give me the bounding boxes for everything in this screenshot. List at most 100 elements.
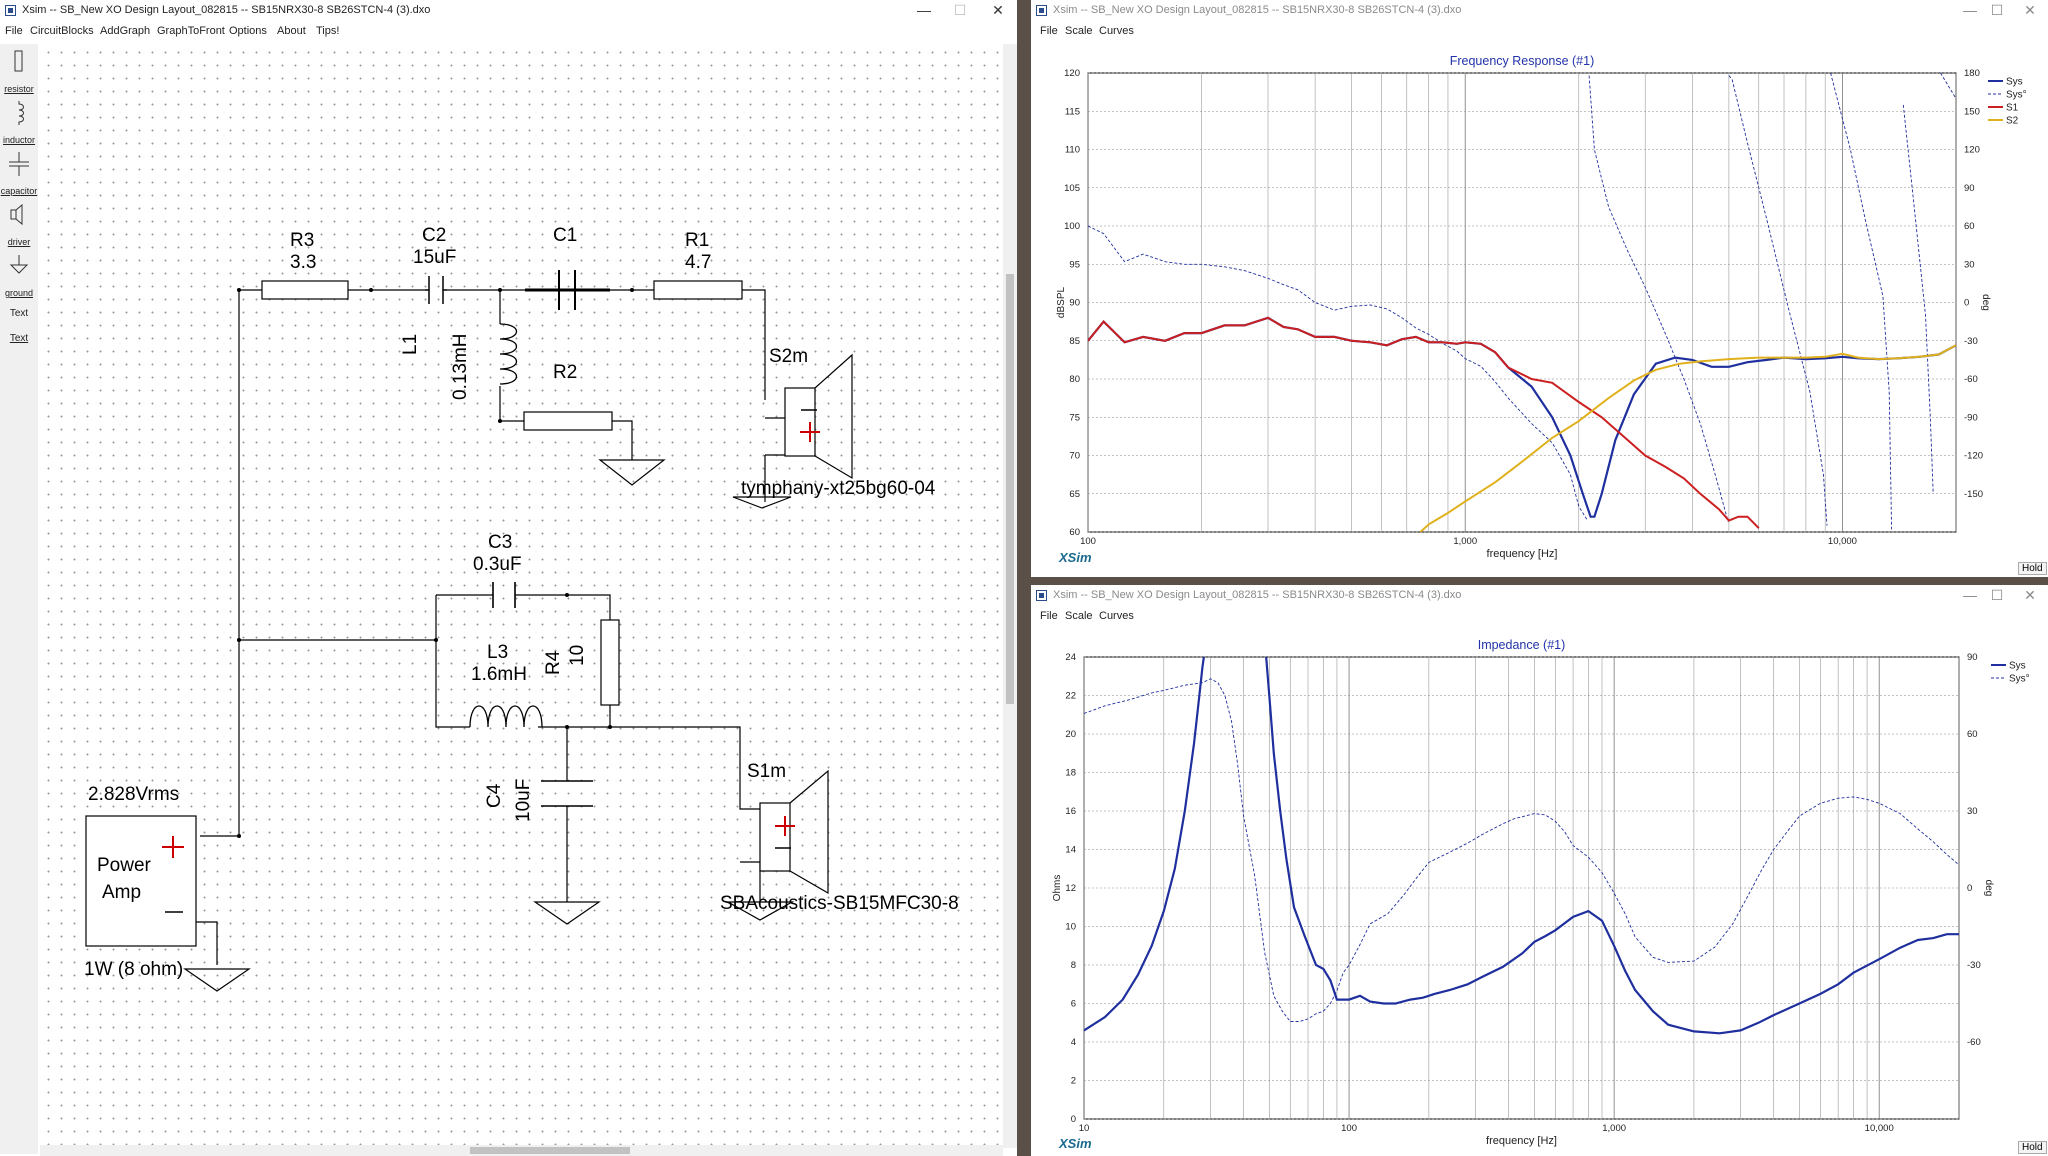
menu-curves[interactable]: Curves bbox=[1099, 25, 1134, 37]
junction-dot bbox=[369, 288, 373, 292]
ground-symbol[interactable] bbox=[533, 901, 601, 925]
capacitor-c3[interactable] bbox=[492, 582, 516, 608]
l1-label: L1 bbox=[400, 334, 422, 355]
r4-value: 10 bbox=[567, 644, 588, 666]
y2-axis-label: deg bbox=[1980, 294, 1991, 311]
junction-dot bbox=[498, 288, 502, 292]
frequency-response-chart[interactable]: Frequency Response (#1) 60 65 70 75 80 85 90 95 1… bbox=[1031, 44, 2048, 577]
y-tick-label: 80 bbox=[1069, 374, 1080, 385]
y2-tick-label: 60 bbox=[1967, 729, 1978, 740]
capacitor-c4[interactable] bbox=[541, 780, 593, 807]
y2-tick-label: 0 bbox=[1964, 298, 1969, 309]
y-tick-label: 18 bbox=[1065, 768, 1076, 779]
y2-tick-label: 30 bbox=[1964, 259, 1975, 270]
junction-dot bbox=[237, 288, 241, 292]
ground-symbol[interactable] bbox=[598, 459, 666, 486]
schematic-window: Xsim -- SB_New XO Design Layout_082815 -… bbox=[0, 0, 1017, 1156]
fr-titlebar[interactable]: Xsim -- SB_New XO Design Layout_082815 -… bbox=[1031, 0, 2048, 22]
capacitor-c2[interactable] bbox=[425, 276, 447, 304]
imp-menubar: File Scale Curves bbox=[1031, 607, 2048, 626]
junction-dot bbox=[565, 725, 569, 729]
x-tick-label: 10 bbox=[1079, 1123, 1090, 1134]
close-button[interactable]: ✕ bbox=[2011, 0, 2048, 22]
legend-label: S2 bbox=[2006, 116, 2019, 127]
amp-label-power: Power bbox=[97, 855, 151, 876]
capacitor-c1[interactable] bbox=[525, 270, 610, 310]
y-tick-label: 14 bbox=[1065, 845, 1076, 856]
y2-tick-label: 180 bbox=[1964, 68, 1980, 79]
impedance-window: Xsim -- SB_New XO Design Layout_082815 -… bbox=[1031, 585, 2048, 1156]
y-tick-label: 10 bbox=[1065, 922, 1076, 933]
impedance-chart[interactable]: Impedance (#1)024681012141618202224-60-3… bbox=[1031, 629, 2048, 1156]
chart-title: Frequency Response (#1) bbox=[1450, 54, 1595, 68]
junction-dot bbox=[498, 419, 502, 423]
y-tick-label: 100 bbox=[1064, 221, 1080, 232]
y-tick-label: 90 bbox=[1069, 298, 1080, 309]
amp-voltage: 2.828Vrms bbox=[88, 784, 180, 805]
y2-tick-label: -30 bbox=[1964, 336, 1978, 347]
scrollbar-thumb[interactable] bbox=[470, 1147, 630, 1154]
menu-file[interactable]: File bbox=[1040, 610, 1058, 622]
y-axis-label: Ohms bbox=[1052, 875, 1063, 902]
scrollbar-thumb[interactable] bbox=[1006, 274, 1014, 704]
junction-dot bbox=[565, 593, 569, 597]
y-tick-label: 85 bbox=[1069, 336, 1080, 347]
x-tick-label: 1,000 bbox=[1602, 1123, 1626, 1134]
y2-tick-label: 90 bbox=[1967, 652, 1978, 663]
speaker-s1m[interactable] bbox=[759, 769, 829, 895]
y-tick-label: 20 bbox=[1065, 729, 1076, 740]
junction-dot bbox=[630, 288, 634, 292]
resistor-r2[interactable] bbox=[523, 411, 613, 431]
app-icon bbox=[1036, 5, 1047, 16]
menu-file[interactable]: File bbox=[1040, 25, 1058, 37]
inductor-l3[interactable] bbox=[469, 705, 543, 728]
y-tick-label: 4 bbox=[1071, 1037, 1076, 1048]
vertical-scrollbar[interactable] bbox=[1003, 44, 1017, 1148]
s1m-name: S1m bbox=[747, 761, 787, 782]
hold-button[interactable]: Hold bbox=[2018, 1141, 2047, 1154]
hold-button[interactable]: Hold bbox=[2018, 562, 2047, 575]
y2-tick-label: -90 bbox=[1964, 412, 1978, 423]
y2-tick-label: -60 bbox=[1967, 1037, 1981, 1048]
inductor-l1[interactable] bbox=[499, 323, 518, 385]
y2-tick-label: -60 bbox=[1964, 374, 1978, 385]
ground-symbol[interactable] bbox=[183, 968, 251, 992]
x-axis-label: frequency [Hz] bbox=[1486, 1135, 1557, 1147]
junction-dot bbox=[608, 725, 612, 729]
y-axis-label: dBSPL bbox=[1056, 286, 1067, 318]
y-tick-label: 110 bbox=[1065, 145, 1080, 156]
l1-value: 0.13mH bbox=[450, 333, 471, 400]
l3-value: 1.6mH bbox=[471, 664, 527, 685]
menu-curves[interactable]: Curves bbox=[1099, 610, 1134, 622]
y-tick-label: 115 bbox=[1065, 106, 1080, 117]
s1m-model: SBAcoustics-SB15MFC30-8 bbox=[720, 893, 959, 914]
junction-dot bbox=[237, 638, 241, 642]
legend-label: Sys° bbox=[2006, 90, 2027, 101]
s2m-model: tymphany-xt25bg60-04 bbox=[741, 478, 936, 499]
speaker-s2m[interactable] bbox=[784, 353, 853, 480]
y2-tick-label: 90 bbox=[1964, 183, 1975, 194]
y-tick-label: 75 bbox=[1069, 412, 1080, 423]
y2-tick-label: -150 bbox=[1964, 489, 1983, 500]
junction-dot bbox=[237, 834, 241, 838]
resistor-r1[interactable] bbox=[653, 280, 743, 300]
y2-tick-label: 120 bbox=[1964, 145, 1980, 156]
x-tick-label: 10,000 bbox=[1828, 536, 1857, 547]
imp-titlebar[interactable]: Xsim -- SB_New XO Design Layout_082815 -… bbox=[1031, 585, 2048, 607]
horizontal-scrollbar[interactable] bbox=[40, 1145, 1003, 1156]
menu-scale[interactable]: Scale bbox=[1065, 610, 1093, 622]
amp-label-amp: Amp bbox=[102, 882, 142, 903]
y2-tick-label: 150 bbox=[1964, 106, 1980, 117]
resistor-r3[interactable] bbox=[261, 280, 349, 300]
power-amp[interactable] bbox=[85, 815, 197, 947]
c1-name: C1 bbox=[553, 225, 578, 246]
y2-axis-label: deg bbox=[1983, 880, 1994, 897]
resistor-r4[interactable] bbox=[600, 619, 620, 706]
close-button[interactable]: ✕ bbox=[2011, 585, 2048, 607]
x-tick-label: 1,000 bbox=[1453, 536, 1477, 547]
y-tick-label: 12 bbox=[1065, 883, 1076, 894]
y-tick-label: 22 bbox=[1065, 691, 1076, 702]
menu-scale[interactable]: Scale bbox=[1065, 25, 1093, 37]
c2-name: C2 bbox=[422, 225, 447, 246]
y-tick-label: 8 bbox=[1071, 960, 1076, 971]
